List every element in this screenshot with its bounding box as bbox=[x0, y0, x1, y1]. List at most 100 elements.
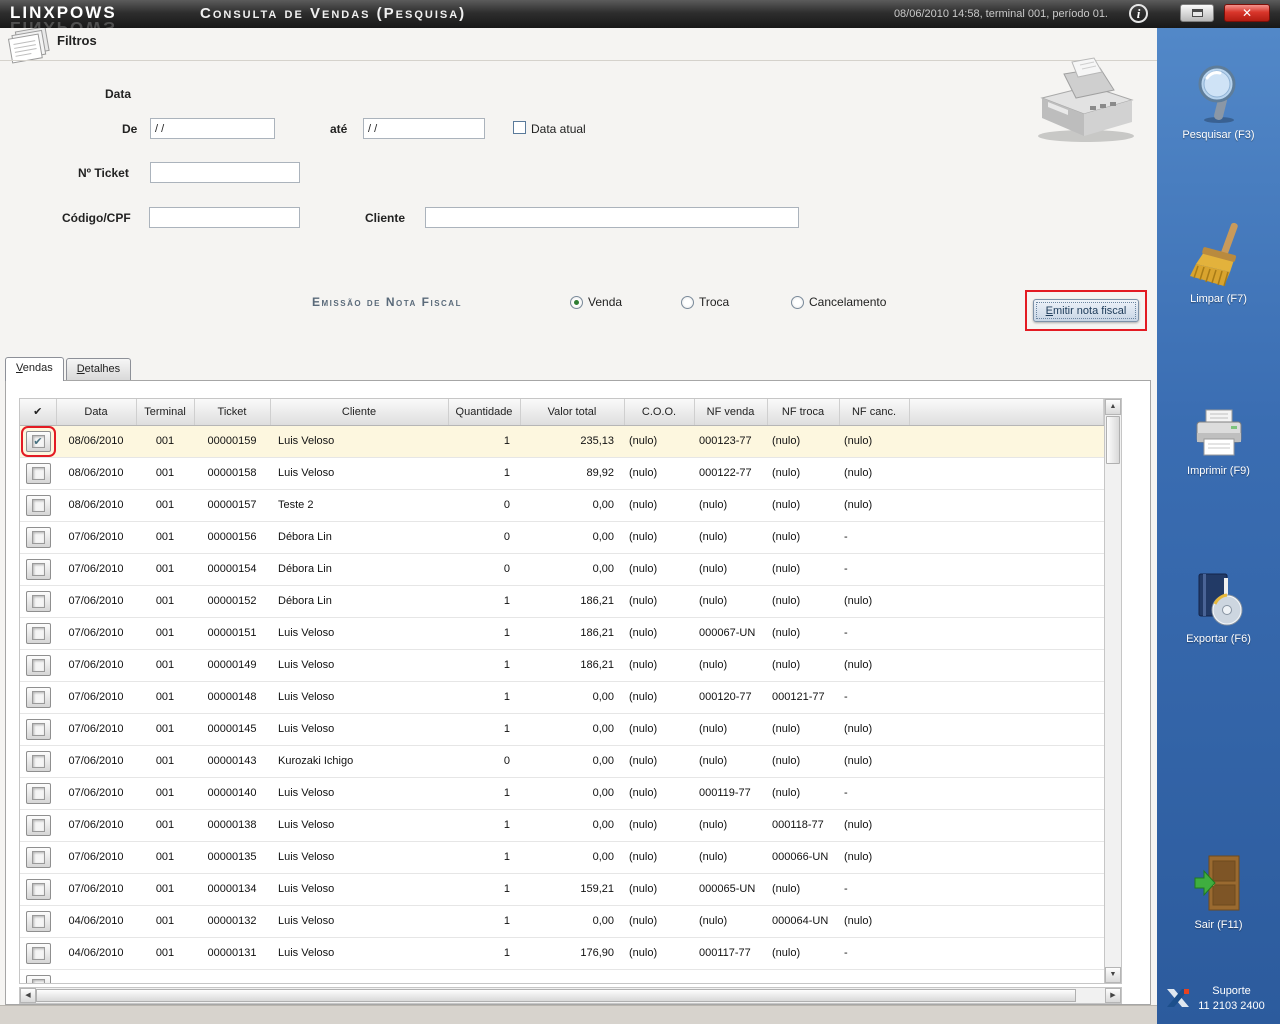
cell-terminal bbox=[136, 969, 194, 983]
sales-row[interactable]: 07/06/2010 001 00000138 Luis Veloso 1 0,00 (nu… bbox=[20, 809, 1104, 842]
row-checkbox[interactable] bbox=[25, 782, 51, 804]
cell-valor: 0,00 bbox=[520, 713, 624, 746]
row-checkbox[interactable] bbox=[25, 750, 51, 772]
sales-row[interactable]: 07/06/2010 001 00000156 Débora Lin 0 0,00 (nul… bbox=[20, 521, 1104, 554]
emitir-nota-fiscal-button[interactable]: Emitir nota fiscal bbox=[1033, 299, 1139, 322]
column-header[interactable]: Cliente bbox=[270, 399, 449, 426]
code-cpf-input[interactable] bbox=[149, 207, 300, 228]
row-checkbox[interactable] bbox=[25, 846, 51, 868]
client-input[interactable] bbox=[425, 207, 799, 228]
sidebar-button-pesquisar[interactable]: Pesquisar (F3) bbox=[1157, 62, 1280, 141]
horizontal-scrollbar[interactable]: ◀ ▶ bbox=[19, 987, 1122, 1004]
cell-fill bbox=[909, 937, 1104, 970]
scroll-up-button[interactable]: ▲ bbox=[1105, 399, 1121, 415]
sales-row[interactable]: 07/06/2010 001 00000143 Kurozaki Ichigo 0 0,0… bbox=[20, 745, 1104, 778]
sidebar-button-imprimir[interactable]: Imprimir (F9) bbox=[1157, 408, 1280, 477]
row-checkbox[interactable] bbox=[25, 622, 51, 644]
cell-coo: (nulo) bbox=[624, 873, 694, 906]
column-header[interactable]: ✔ bbox=[20, 399, 57, 426]
row-checkbox[interactable] bbox=[25, 462, 51, 484]
row-checkbox[interactable] bbox=[25, 686, 51, 708]
radio-cancelamento[interactable]: Cancelamento bbox=[791, 295, 886, 309]
scroll-right-button[interactable]: ▶ bbox=[1105, 988, 1121, 1003]
row-checkbox[interactable] bbox=[25, 910, 51, 932]
column-header[interactable]: NF troca bbox=[767, 399, 840, 426]
vertical-scrollbar[interactable]: ▲ ▼ bbox=[1104, 399, 1121, 983]
cell-qtd: 0 bbox=[448, 521, 520, 554]
checkbox-cell bbox=[20, 809, 56, 842]
row-checkbox[interactable] bbox=[25, 814, 51, 836]
sidebar-button-sair[interactable]: Sair (F11) bbox=[1157, 854, 1280, 931]
cell-cliente: Luis Veloso bbox=[270, 841, 448, 874]
titlebar: LINXPOWS LINXPOWS Consulta de Vendas (Pe… bbox=[0, 0, 1280, 28]
sidebar-button-exportar[interactable]: Exportar (F6) bbox=[1157, 570, 1280, 645]
radio-venda[interactable]: Venda bbox=[570, 295, 622, 309]
sales-row[interactable]: 04/06/2010 001 00000131 Luis Veloso 1 176,90(… bbox=[20, 937, 1104, 970]
close-button[interactable]: ✕ bbox=[1224, 4, 1270, 22]
sales-row[interactable]: 08/06/2010 001 00000157 Teste 2 0 0,00 (nulo)(… bbox=[20, 489, 1104, 522]
column-header[interactable]: NF canc. bbox=[839, 399, 910, 426]
cell-nft: (nulo) bbox=[767, 553, 839, 586]
horizontal-scrollbar-thumb[interactable] bbox=[36, 989, 1076, 1002]
row-checkbox[interactable] bbox=[25, 974, 51, 983]
sales-row[interactable]: 07/06/2010 001 00000135 Luis Veloso 1 0,00 (nu… bbox=[20, 841, 1104, 874]
row-checkbox[interactable]: ✔ bbox=[20, 425, 56, 456]
column-header[interactable]: C.O.O. bbox=[624, 399, 695, 426]
column-header[interactable]: Valor total bbox=[520, 399, 625, 426]
row-checkbox[interactable] bbox=[25, 494, 51, 516]
checkbox-cell bbox=[20, 937, 56, 970]
checkbox-inner bbox=[31, 690, 45, 704]
column-header[interactable]: Data bbox=[56, 399, 137, 426]
cell-nfc: (nulo) bbox=[839, 713, 909, 746]
column-header[interactable]: Ticket bbox=[194, 399, 271, 426]
row-checkbox[interactable] bbox=[25, 590, 51, 612]
radio-troca[interactable]: Troca bbox=[681, 295, 729, 309]
column-header[interactable] bbox=[909, 399, 1104, 426]
sales-row[interactable]: 07/06/2010 001 00000145 Luis Veloso 1 0,00 (nu… bbox=[20, 713, 1104, 746]
sales-row[interactable]: 07/06/2010 001 00000148 Luis Veloso 1 0,00 (nu… bbox=[20, 681, 1104, 714]
vertical-scrollbar-thumb[interactable] bbox=[1106, 416, 1120, 464]
scroll-down-button[interactable]: ▼ bbox=[1105, 967, 1121, 983]
column-header[interactable]: Quantidade bbox=[448, 399, 521, 426]
sales-row[interactable]: 07/06/2010 001 00000154 Débora Lin 0 0,00 (nul… bbox=[20, 553, 1104, 586]
date-to-input[interactable] bbox=[363, 118, 485, 139]
cell-coo bbox=[624, 969, 694, 983]
sales-row[interactable]: 07/06/2010 001 00000134 Luis Veloso 1 159,21(… bbox=[20, 873, 1104, 906]
radio-icon bbox=[681, 295, 694, 309]
date-from-input[interactable] bbox=[150, 118, 275, 139]
cell-cliente: Luis Veloso bbox=[270, 617, 448, 650]
cell-fill bbox=[909, 585, 1104, 618]
tab-detalhes[interactable]: Detalhes bbox=[65, 358, 132, 380]
sales-row[interactable]: 07/06/2010 001 00000149 Luis Veloso 1 186,21(… bbox=[20, 649, 1104, 682]
row-checkbox[interactable] bbox=[25, 718, 51, 740]
minimize-button[interactable] bbox=[1180, 4, 1214, 22]
row-checkbox[interactable] bbox=[25, 654, 51, 676]
ticket-input[interactable] bbox=[150, 162, 300, 183]
row-checkbox[interactable] bbox=[25, 526, 51, 548]
column-header[interactable]: NF venda bbox=[694, 399, 768, 426]
column-header[interactable]: Terminal bbox=[136, 399, 195, 426]
sales-row[interactable]: 08/06/2010 001 00000158 Luis Veloso 1 89,92 (n… bbox=[20, 457, 1104, 490]
door-icon bbox=[1157, 854, 1280, 917]
cell-nfv: (nulo) bbox=[694, 649, 767, 682]
cell-cliente: Luis Veloso bbox=[270, 425, 448, 458]
sales-row[interactable]: 07/06/2010 001 00000152 Débora Lin 1 186,21 (n… bbox=[20, 585, 1104, 618]
row-checkbox[interactable] bbox=[25, 942, 51, 964]
cell-nfv: (nulo) bbox=[694, 489, 767, 522]
sales-row[interactable]: 07/06/2010 001 00000140 Luis Veloso 1 0,00 (nu… bbox=[20, 777, 1104, 810]
row-checkbox[interactable] bbox=[25, 558, 51, 580]
sales-row[interactable]: ✔ 08/06/2010 001 00000159 Luis Veloso 1 235,13… bbox=[20, 425, 1104, 458]
scroll-left-button[interactable]: ◀ bbox=[20, 988, 36, 1003]
cell-ticket: 00000134 bbox=[194, 873, 270, 906]
tab-vendas[interactable]: Vendas bbox=[5, 357, 64, 381]
cell-terminal: 001 bbox=[136, 521, 194, 554]
current-date-checkbox[interactable] bbox=[513, 121, 526, 134]
row-checkbox[interactable] bbox=[25, 878, 51, 900]
red-annotation-box: Emitir nota fiscal bbox=[1025, 290, 1147, 331]
cell-qtd: 1 bbox=[448, 777, 520, 810]
sidebar-button-limpar[interactable]: Limpar (F7) bbox=[1157, 222, 1280, 305]
cell-nfv: (nulo) bbox=[694, 841, 767, 874]
sales-row[interactable]: 04/06/2010 001 00000132 Luis Veloso 1 0,00 (nu… bbox=[20, 905, 1104, 938]
info-icon[interactable]: i bbox=[1129, 4, 1148, 23]
sales-row[interactable]: 07/06/2010 001 00000151 Luis Veloso 1 186,21(… bbox=[20, 617, 1104, 650]
